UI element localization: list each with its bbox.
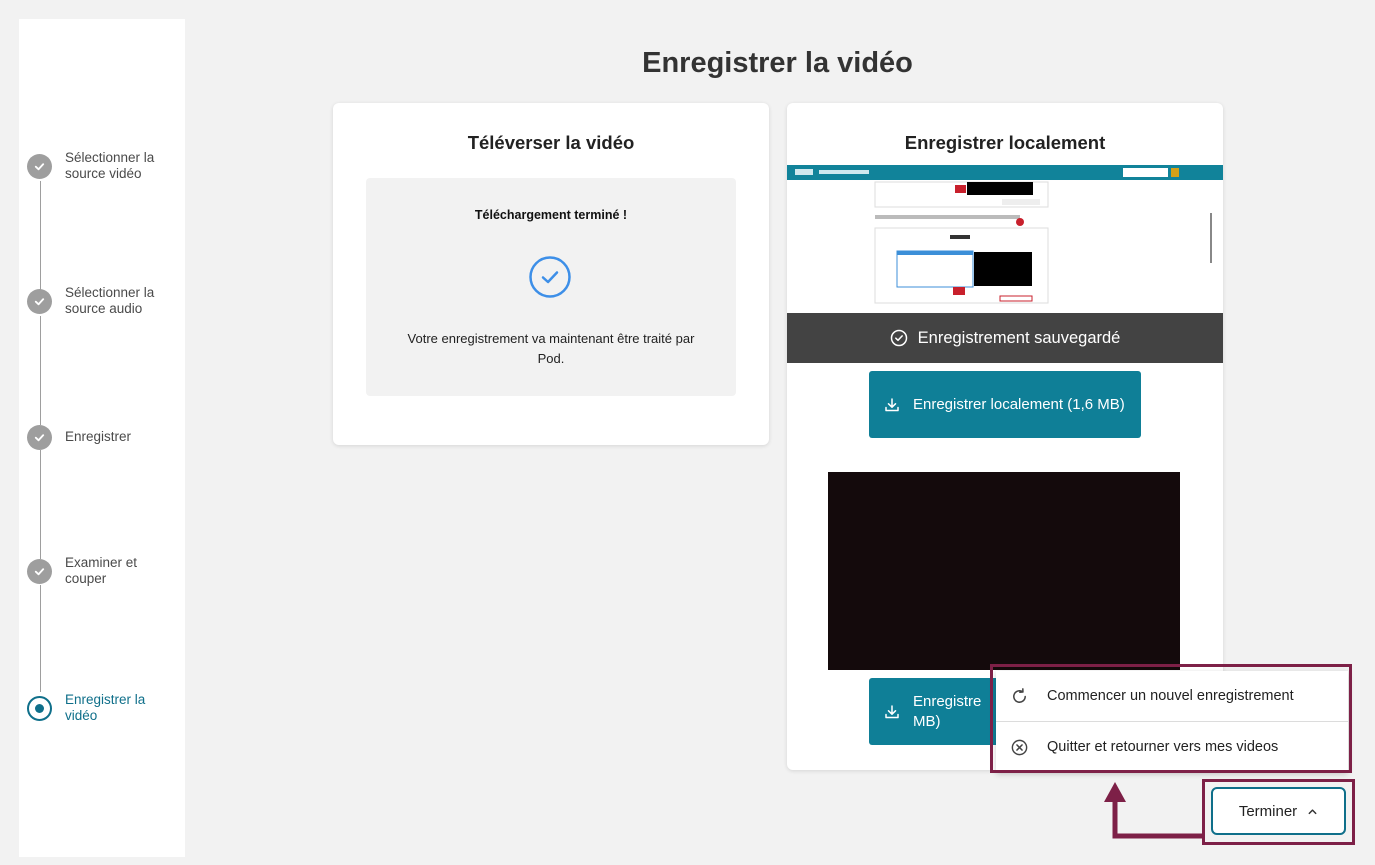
download-icon xyxy=(885,704,899,718)
page-title: Enregistrer la vidéo xyxy=(642,47,913,79)
camera-recording-preview[interactable] xyxy=(828,472,1180,670)
check-icon xyxy=(27,559,52,584)
finish-menu: Commencer un nouvel enregistrement Quitt… xyxy=(996,671,1348,772)
local-save-card: Enregistrer localement Enregistrement sa… xyxy=(787,103,1223,770)
step-connector xyxy=(40,450,41,559)
check-circle-icon xyxy=(529,256,571,298)
refresh-icon xyxy=(1013,687,1026,703)
download-screen-label: Enregistrer localement (1,6 MB) xyxy=(913,395,1125,413)
check-icon xyxy=(27,289,52,314)
upload-message: Votre enregistrement va maintenant être … xyxy=(407,331,695,366)
saved-banner: Enregistrement sauvegardé xyxy=(787,313,1223,363)
check-circle-icon xyxy=(890,329,907,347)
download-camera-label: Enregistre MB) xyxy=(913,692,982,730)
upload-status-text: Téléchargement terminé ! xyxy=(474,208,628,222)
close-circle-icon xyxy=(1011,739,1028,755)
step-label: Sélectionner la source vidéo xyxy=(65,150,155,181)
step-connector xyxy=(40,585,41,692)
saved-banner-text: Enregistrement sauvegardé xyxy=(917,328,1121,347)
step-connector xyxy=(40,181,41,290)
upload-status-box: Téléchargement terminé ! Votre enregistr… xyxy=(366,178,736,396)
chevron-up-icon xyxy=(1308,808,1317,814)
step-label: Enregistrer xyxy=(65,429,132,444)
step-label: Examiner et couper xyxy=(65,555,138,586)
upload-card: Téléverser la vidéo Téléchargement termi… xyxy=(333,103,769,445)
step-label: Sélectionner la source audio xyxy=(65,285,155,316)
step-select-video-source[interactable]: Sélectionner la source vidéo xyxy=(27,150,175,182)
step-save-video[interactable]: Enregistrer la vidéo xyxy=(27,692,175,724)
active-step-icon xyxy=(27,696,52,721)
annotation-arrow xyxy=(1104,782,1202,839)
finish-button-label: Terminer xyxy=(1238,802,1298,820)
step-label: Enregistrer la vidéo xyxy=(65,692,146,723)
download-icon xyxy=(885,397,899,411)
menu-item-new-recording[interactable]: Commencer un nouvel enregistrement xyxy=(996,671,1348,721)
local-card-title: Enregistrer localement xyxy=(904,132,1106,153)
download-screen-button[interactable]: Enregistrer localement (1,6 MB) xyxy=(869,371,1141,438)
step-select-audio-source[interactable]: Sélectionner la source audio xyxy=(27,285,175,317)
step-record[interactable]: Enregistrer xyxy=(27,421,175,450)
menu-item-quit[interactable]: Quitter et retourner vers mes videos xyxy=(996,722,1348,772)
check-icon xyxy=(27,154,52,179)
step-connector xyxy=(40,316,41,425)
check-icon xyxy=(27,425,52,450)
step-review-trim[interactable]: Examiner et couper xyxy=(27,555,175,587)
screen-recording-preview[interactable]: Enregistrement sauvegardé xyxy=(787,165,1223,363)
upload-card-title: Téléverser la vidéo xyxy=(467,132,635,153)
menu-item-label: Quitter et retourner vers mes videos xyxy=(1047,739,1279,755)
menu-item-label: Commencer un nouvel enregistrement xyxy=(1047,688,1294,704)
finish-button[interactable]: Terminer xyxy=(1211,787,1346,835)
